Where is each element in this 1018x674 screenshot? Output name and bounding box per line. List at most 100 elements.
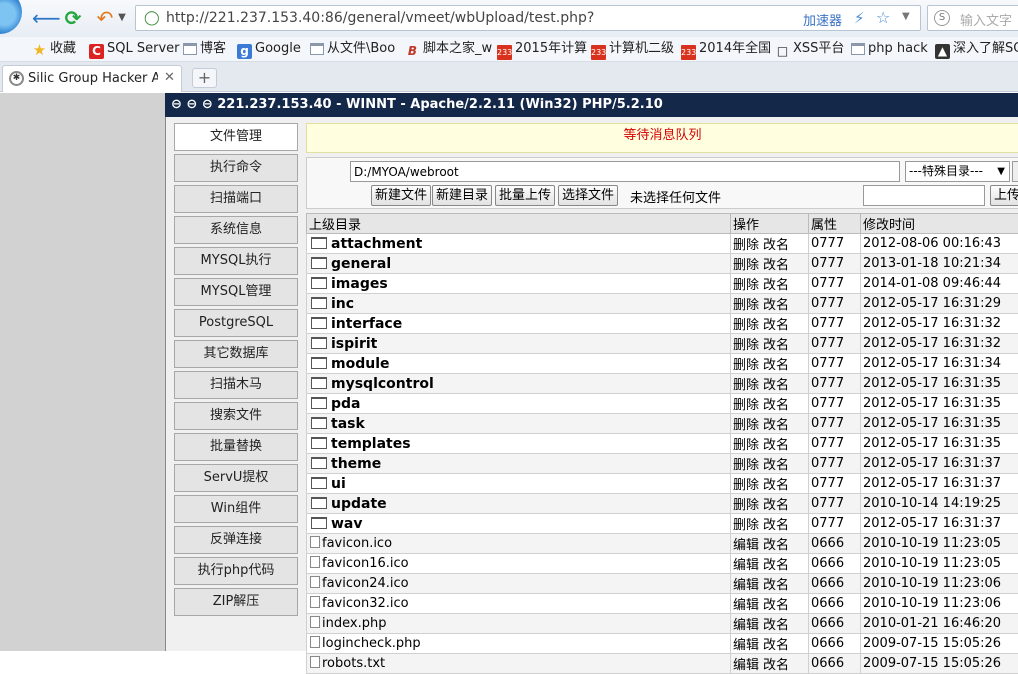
rename-link[interactable]: 改名 bbox=[763, 598, 789, 613]
time-link[interactable]: 2010-10-14 14:19:25 bbox=[861, 494, 1018, 514]
attr-link[interactable]: 0777 bbox=[809, 394, 861, 414]
time-link[interactable]: 2010-10-19 11:23:06 bbox=[861, 594, 1018, 614]
chevron-down-icon[interactable]: ▼ bbox=[117, 6, 127, 30]
choose-file-button[interactable]: 选择文件 bbox=[558, 185, 618, 206]
folder-link[interactable]: pda bbox=[331, 396, 361, 412]
delete-link[interactable]: 删除 bbox=[733, 418, 759, 433]
time-link[interactable]: 2012-08-06 00:16:43 bbox=[861, 234, 1018, 254]
bookmark-blog[interactable]: 博客 bbox=[183, 40, 226, 58]
time-link[interactable]: 2014-01-08 09:46:44 bbox=[861, 274, 1018, 294]
delete-link[interactable]: 删除 bbox=[733, 378, 759, 393]
time-link[interactable]: 2012-05-17 16:31:29 bbox=[861, 294, 1018, 314]
time-link[interactable]: 2012-05-17 16:31:32 bbox=[861, 314, 1018, 334]
attr-link[interactable]: 0666 bbox=[809, 554, 861, 574]
rename-link[interactable]: 改名 bbox=[763, 498, 789, 513]
attr-link[interactable]: 0777 bbox=[809, 514, 861, 534]
favorite-star-icon[interactable]: ☆ bbox=[876, 8, 890, 27]
file-link[interactable]: robots.txt bbox=[322, 656, 385, 671]
attr-link[interactable]: 0777 bbox=[809, 254, 861, 274]
rename-link[interactable]: 改名 bbox=[763, 538, 789, 553]
menu-item[interactable]: Win组件 bbox=[174, 495, 298, 523]
menu-item[interactable]: ServU提权 bbox=[174, 464, 298, 492]
menu-item[interactable]: 其它数据库 bbox=[174, 340, 298, 368]
rename-link[interactable]: 改名 bbox=[763, 318, 789, 333]
folder-link[interactable]: wav bbox=[331, 516, 363, 532]
time-link[interactable]: 2012-05-17 16:31:34 bbox=[861, 354, 1018, 374]
delete-link[interactable]: 删除 bbox=[733, 258, 759, 273]
menu-item[interactable]: ZIP解压 bbox=[174, 588, 298, 616]
time-link[interactable]: 2010-01-21 16:46:20 bbox=[861, 614, 1018, 634]
time-link[interactable]: 2013-01-18 10:21:34 bbox=[861, 254, 1018, 274]
bookmark-sql-server[interactable]: CSQL Server bbox=[89, 40, 180, 58]
bookmark-2015[interactable]: 2332015年计算 bbox=[497, 40, 587, 58]
delete-link[interactable]: 删除 bbox=[733, 398, 759, 413]
rename-link[interactable]: 改名 bbox=[763, 298, 789, 313]
rename-link[interactable]: 改名 bbox=[763, 278, 789, 293]
rename-link[interactable]: 改名 bbox=[763, 358, 789, 373]
file-link[interactable]: index.php bbox=[322, 616, 386, 631]
menu-item[interactable]: 搜索文件 bbox=[174, 402, 298, 430]
rename-link[interactable]: 改名 bbox=[763, 518, 789, 533]
folder-link[interactable]: interface bbox=[331, 316, 402, 332]
bookmark-php-hack[interactable]: php hack bbox=[851, 40, 928, 58]
new-dir-button[interactable]: 新建目录 bbox=[432, 185, 492, 206]
bookmark-jb51[interactable]: B脚本之家_w bbox=[405, 40, 492, 58]
edit-link[interactable]: 编辑 bbox=[733, 658, 759, 673]
attr-link[interactable]: 0666 bbox=[809, 534, 861, 554]
bookmark-xss[interactable]: □XSS平台 bbox=[775, 40, 844, 58]
url-text[interactable]: http://221.237.153.40:86/general/vmeet/w… bbox=[166, 10, 594, 26]
parent-dir-link[interactable]: 上级目录 bbox=[307, 214, 731, 234]
file-link[interactable]: favicon16.ico bbox=[322, 556, 409, 571]
lightning-icon[interactable]: ⚡ bbox=[854, 9, 865, 27]
path-input[interactable] bbox=[350, 161, 900, 182]
bookmark-favorites[interactable]: ★收藏 bbox=[32, 40, 76, 58]
rename-link[interactable]: 改名 bbox=[763, 478, 789, 493]
time-link[interactable]: 2010-10-19 11:23:05 bbox=[861, 534, 1018, 554]
folder-link[interactable]: module bbox=[331, 356, 390, 372]
time-link[interactable]: 2012-05-17 16:31:32 bbox=[861, 334, 1018, 354]
folder-link[interactable]: task bbox=[331, 416, 365, 432]
delete-link[interactable]: 删除 bbox=[733, 298, 759, 313]
time-link[interactable]: 2009-07-15 15:05:26 bbox=[861, 654, 1018, 674]
folder-link[interactable]: ui bbox=[331, 476, 346, 492]
attr-link[interactable]: 0777 bbox=[809, 294, 861, 314]
attr-link[interactable]: 0777 bbox=[809, 234, 861, 254]
folder-link[interactable]: ispirit bbox=[331, 336, 377, 352]
batch-upload-button[interactable]: 批量上传 bbox=[495, 185, 555, 206]
attr-link[interactable]: 0777 bbox=[809, 494, 861, 514]
attr-link[interactable]: 0777 bbox=[809, 334, 861, 354]
attr-link[interactable]: 0777 bbox=[809, 414, 861, 434]
rename-link[interactable]: 改名 bbox=[763, 578, 789, 593]
folder-link[interactable]: attachment bbox=[331, 236, 422, 252]
time-link[interactable]: 2012-05-17 16:31:35 bbox=[861, 414, 1018, 434]
close-icon[interactable]: ✕ bbox=[164, 70, 175, 85]
bookmark-sql-deep[interactable]: ▲深入了解SQ bbox=[935, 40, 1018, 58]
search-input[interactable]: S 输入文字 bbox=[927, 5, 1018, 31]
tab-silic[interactable]: ✱ Silic Group Hacker Army ✕ bbox=[2, 65, 182, 92]
attr-link[interactable]: 0666 bbox=[809, 614, 861, 634]
time-link[interactable]: 2012-05-17 16:31:35 bbox=[861, 434, 1018, 454]
folder-link[interactable]: update bbox=[331, 496, 387, 512]
attr-link[interactable]: 0777 bbox=[809, 474, 861, 494]
rename-link[interactable]: 改名 bbox=[763, 238, 789, 253]
delete-link[interactable]: 删除 bbox=[733, 338, 759, 353]
time-link[interactable]: 2010-10-19 11:23:06 bbox=[861, 574, 1018, 594]
attr-link[interactable]: 0777 bbox=[809, 274, 861, 294]
go-button[interactable] bbox=[1012, 161, 1018, 182]
chevron-down-icon[interactable]: ▼ bbox=[902, 11, 910, 22]
delete-link[interactable]: 删除 bbox=[733, 358, 759, 373]
rename-link[interactable]: 改名 bbox=[763, 338, 789, 353]
menu-item[interactable]: PostgreSQL bbox=[174, 309, 298, 337]
delete-link[interactable]: 删除 bbox=[733, 438, 759, 453]
attr-link[interactable]: 0777 bbox=[809, 374, 861, 394]
delete-link[interactable]: 删除 bbox=[733, 278, 759, 293]
menu-item[interactable]: 扫描端口 bbox=[174, 185, 298, 213]
new-file-button[interactable]: 新建文件 bbox=[371, 185, 431, 206]
refresh-icon[interactable]: ⟳ bbox=[61, 6, 85, 30]
menu-item[interactable]: MYSQL管理 bbox=[174, 278, 298, 306]
delete-link[interactable]: 删除 bbox=[733, 238, 759, 253]
edit-link[interactable]: 编辑 bbox=[733, 618, 759, 633]
bookmark-from-file[interactable]: 从文件\Boo bbox=[310, 40, 395, 58]
rename-link[interactable]: 改名 bbox=[763, 618, 789, 633]
file-link[interactable]: favicon.ico bbox=[322, 536, 392, 551]
